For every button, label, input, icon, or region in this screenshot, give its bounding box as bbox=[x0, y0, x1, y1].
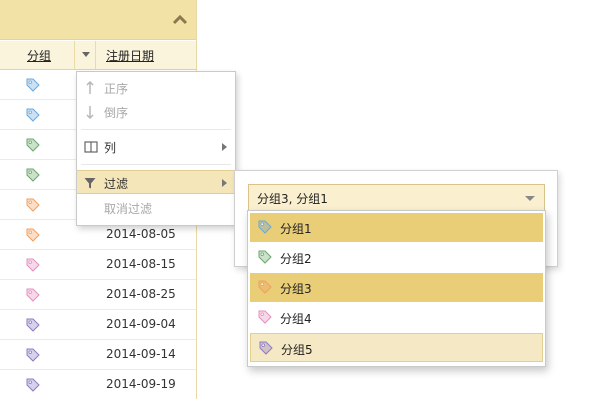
menu-item-sort-asc-label: 正序 bbox=[104, 82, 129, 96]
arrow-up-icon bbox=[86, 81, 94, 94]
column-header-group-label: 分组 bbox=[27, 49, 52, 63]
table-row[interactable]: 2014-08-15 bbox=[0, 250, 196, 280]
registration-date: 2014-09-14 bbox=[106, 347, 176, 361]
filter-funnel-icon bbox=[84, 178, 96, 189]
tag-icon bbox=[26, 168, 40, 182]
table-row[interactable]: 2014-09-14 bbox=[0, 340, 196, 370]
tag-icon bbox=[26, 138, 40, 152]
filter-option-label: 分组2 bbox=[280, 252, 312, 266]
menu-item-sort-desc[interactable]: 倒序 bbox=[77, 100, 235, 124]
tag-icon bbox=[258, 310, 272, 324]
menu-item-clear-filter-label: 取消过滤 bbox=[104, 202, 153, 216]
tag-icon bbox=[26, 318, 40, 332]
filter-option-label: 分组4 bbox=[280, 312, 312, 326]
filter-option-label: 分组3 bbox=[280, 282, 312, 296]
filter-option[interactable]: 分组2 bbox=[250, 243, 543, 272]
registration-date: 2014-09-04 bbox=[106, 317, 176, 331]
filter-option[interactable]: 分组4 bbox=[250, 303, 543, 332]
tag-icon bbox=[26, 258, 40, 272]
tag-icon bbox=[26, 78, 40, 92]
filter-option-label: 分组5 bbox=[281, 343, 313, 357]
tag-icon bbox=[258, 250, 272, 264]
tag-icon bbox=[258, 220, 272, 234]
dropdown-caret-icon bbox=[525, 196, 535, 201]
registration-date: 2014-09-19 bbox=[106, 377, 176, 391]
registration-date: 2014-08-05 bbox=[106, 227, 176, 241]
table-row[interactable]: 2014-09-04 bbox=[0, 310, 196, 340]
column-context-menu: 正序 倒序 列 过滤 取消过滤 bbox=[76, 71, 236, 226]
group-filter-dropdown-list: 分组1 分组2 分组3 分组4 分组5 bbox=[247, 210, 546, 367]
tag-icon bbox=[26, 108, 40, 122]
tag-icon bbox=[26, 378, 40, 392]
tag-icon bbox=[26, 348, 40, 362]
table-row[interactable]: 2014-08-25 bbox=[0, 280, 196, 310]
columns-icon bbox=[84, 141, 98, 153]
filter-option[interactable]: 分组5 bbox=[250, 333, 543, 362]
menu-divider bbox=[81, 129, 231, 130]
group-filter-select[interactable]: 分组3, 分组1 bbox=[248, 184, 545, 211]
tag-icon bbox=[26, 228, 40, 242]
caret-down-icon bbox=[82, 52, 90, 57]
column-header-date[interactable]: 注册日期 bbox=[96, 41, 196, 70]
tag-icon bbox=[258, 280, 272, 294]
table-row[interactable]: 2014-09-19 bbox=[0, 370, 196, 399]
submenu-arrow-icon bbox=[222, 179, 227, 187]
tag-icon bbox=[26, 198, 40, 212]
grid-title-bar bbox=[0, 0, 196, 40]
column-header-date-label: 注册日期 bbox=[106, 49, 155, 63]
tag-icon bbox=[26, 288, 40, 302]
filter-option-label: 分组1 bbox=[280, 222, 312, 236]
menu-item-sort-desc-label: 倒序 bbox=[104, 106, 129, 120]
arrow-down-icon bbox=[86, 106, 94, 119]
menu-item-clear-filter[interactable]: 取消过滤 bbox=[77, 196, 235, 220]
submenu-arrow-icon bbox=[222, 143, 227, 151]
menu-item-filter-label: 过滤 bbox=[104, 177, 129, 191]
filter-option[interactable]: 分组1 bbox=[250, 213, 543, 242]
tag-icon bbox=[259, 341, 273, 355]
group-filter-selected-text: 分组3, 分组1 bbox=[257, 192, 328, 206]
filter-option[interactable]: 分组3 bbox=[250, 273, 543, 302]
menu-item-columns-label: 列 bbox=[104, 141, 117, 155]
column-menu-button[interactable] bbox=[75, 41, 96, 70]
menu-item-filter[interactable]: 过滤 bbox=[77, 170, 235, 194]
registration-date: 2014-08-15 bbox=[106, 257, 176, 271]
registration-date: 2014-08-25 bbox=[106, 287, 176, 301]
menu-divider bbox=[81, 164, 231, 165]
menu-item-sort-asc[interactable]: 正序 bbox=[77, 76, 235, 100]
column-header-group[interactable]: 分组 bbox=[0, 41, 75, 70]
collapse-chevron-up-icon[interactable] bbox=[172, 13, 188, 27]
menu-item-columns[interactable]: 列 bbox=[77, 135, 235, 159]
